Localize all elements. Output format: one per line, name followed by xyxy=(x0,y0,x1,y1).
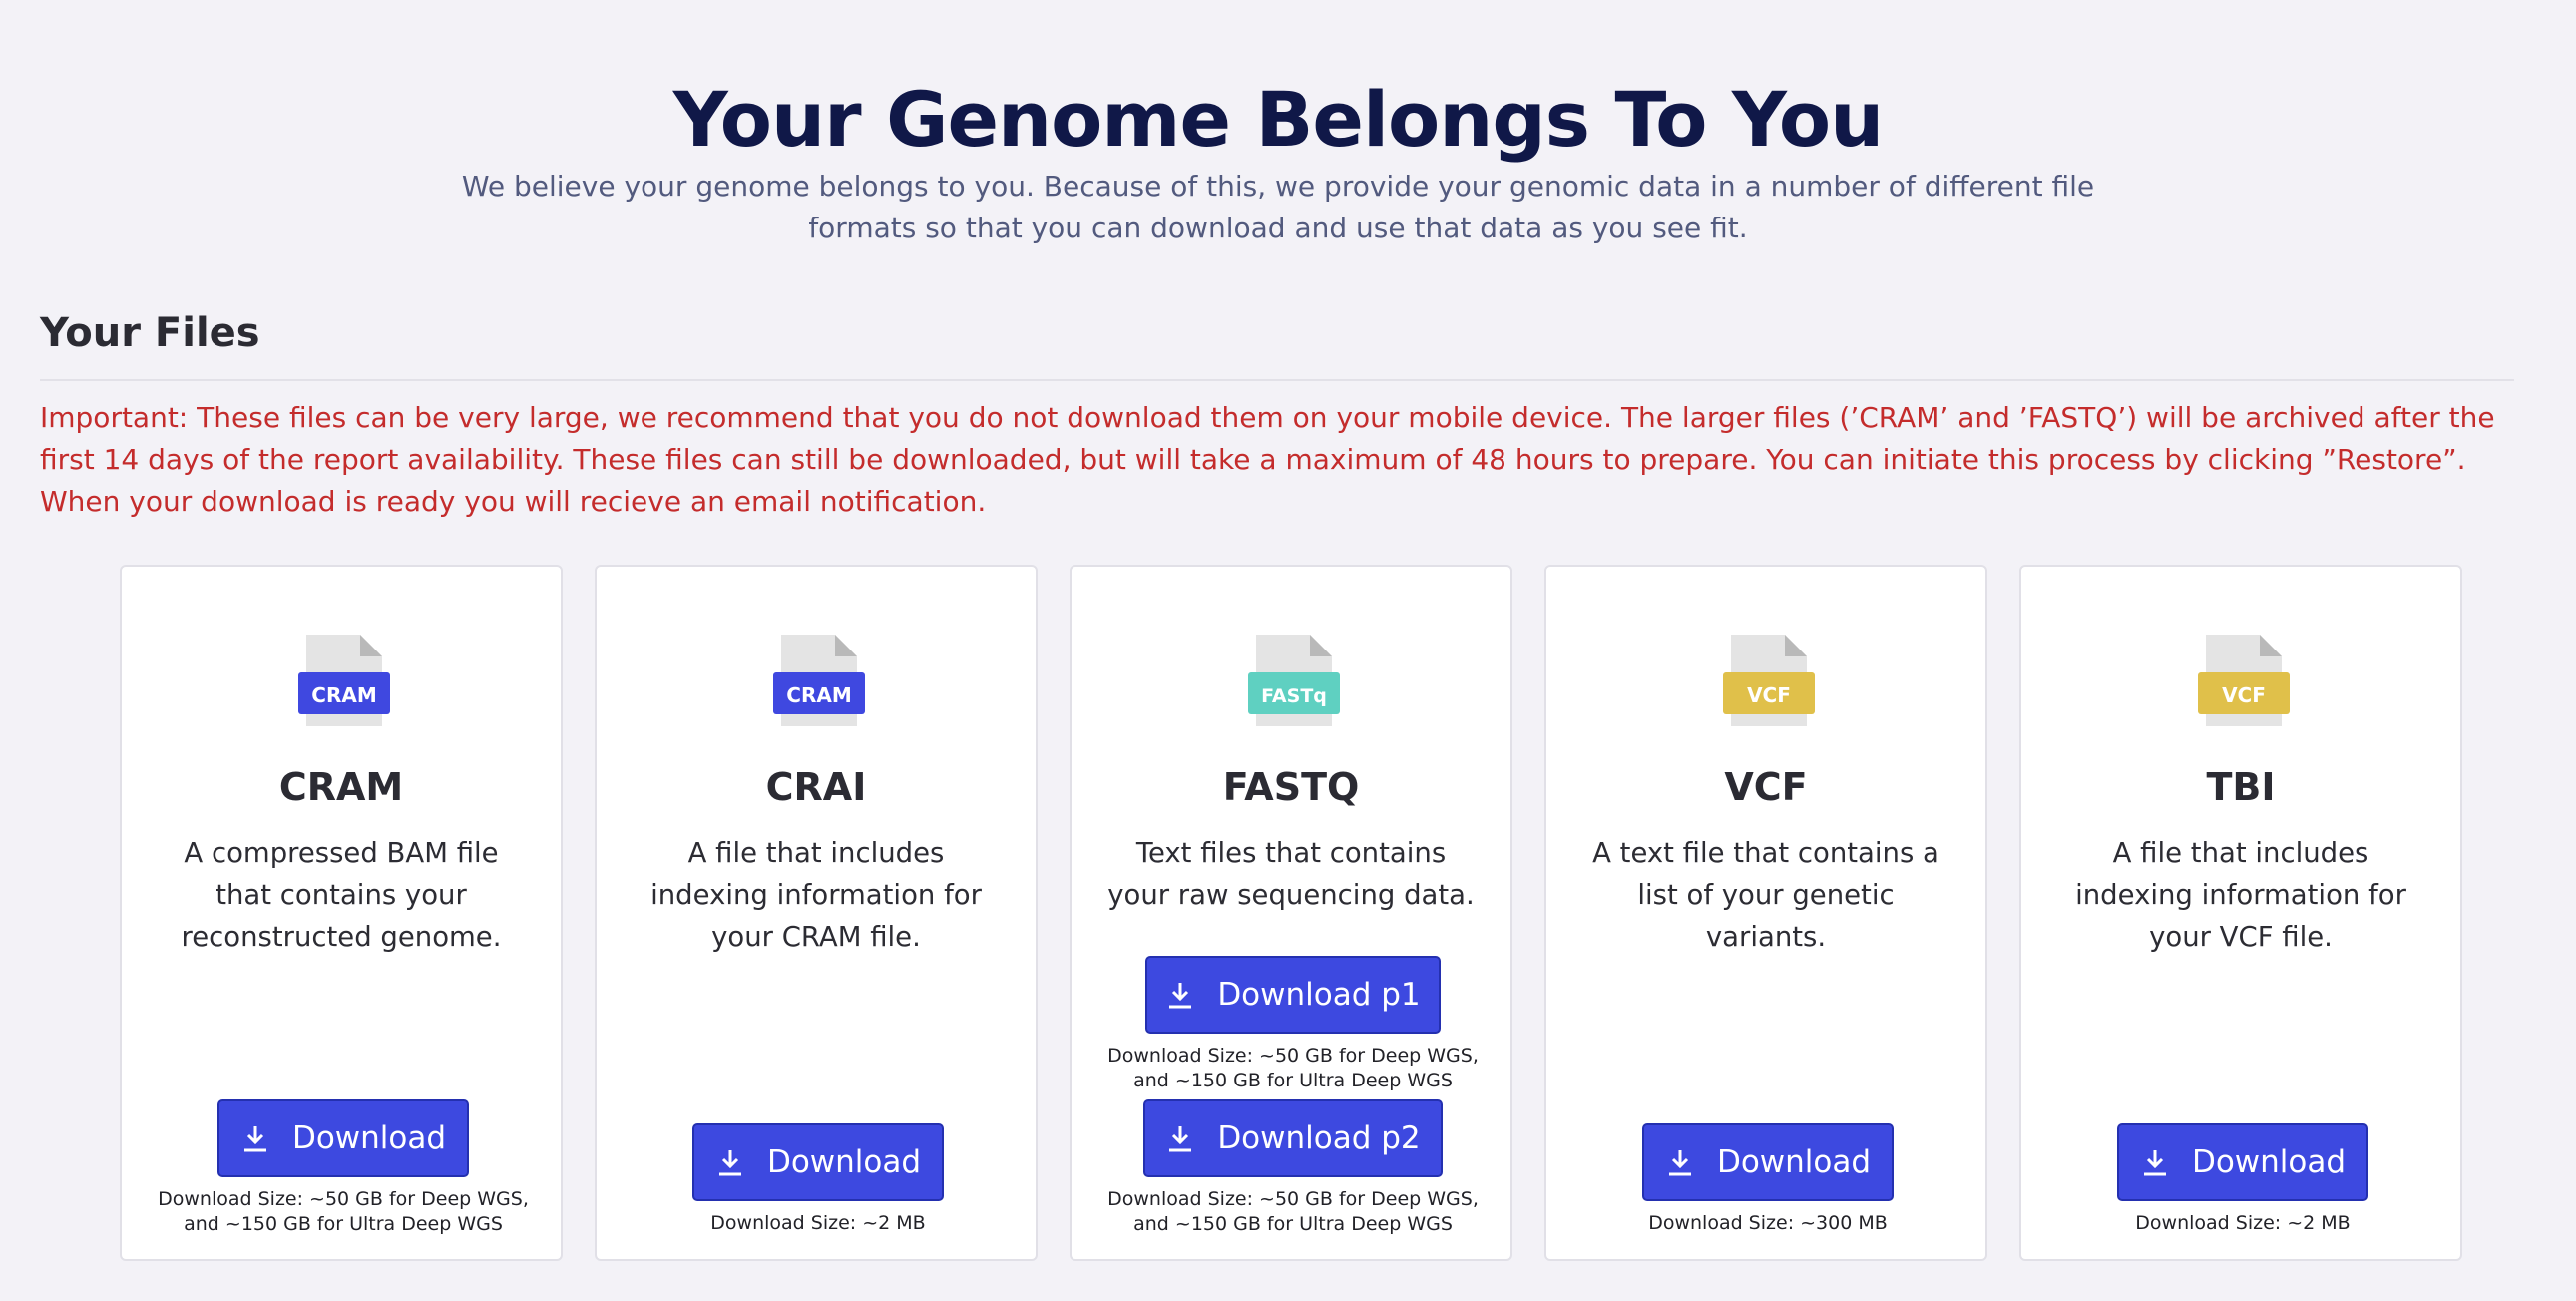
download-icon xyxy=(718,1150,741,1176)
file-card-fastq: FASTq FASTQ Text files that contains you… xyxy=(1070,565,1512,1261)
card-title: CRAM xyxy=(278,765,404,809)
card-title: VCF xyxy=(1724,765,1808,809)
file-badge: VCF xyxy=(2222,683,2266,707)
download-icon xyxy=(2143,1150,2166,1176)
file-badge: FASTq xyxy=(1261,685,1327,707)
download-size: Download Size: ~50 GB for Deep WGS, and … xyxy=(1107,1045,1479,1091)
file-card-crai: CRAM CRAI A file that includes indexing … xyxy=(595,565,1038,1261)
vcf-file-icon: VCF xyxy=(1723,635,1815,726)
download-p2-button[interactable]: Download p2 xyxy=(1143,1099,1443,1177)
download-button[interactable]: Download xyxy=(1642,1123,1894,1201)
download-size: Download Size: ~50 GB for Deep WGS, and … xyxy=(1107,1188,1479,1235)
download-button-label: Download xyxy=(2191,1144,2347,1180)
download-button-label: Download xyxy=(1716,1144,1872,1180)
vcf-file-icon: VCF xyxy=(2198,635,2290,726)
download-button-label: Download p2 xyxy=(1217,1120,1421,1156)
download-size: Download Size: ~2 MB xyxy=(2135,1212,2351,1234)
fastq-file-icon: FASTq xyxy=(1248,635,1340,726)
download-button-label: Download xyxy=(766,1144,922,1180)
cram-file-icon: CRAM xyxy=(773,635,865,726)
card-title: FASTQ xyxy=(1222,765,1360,809)
card-title: TBI xyxy=(2206,765,2276,809)
download-button-label: Download xyxy=(291,1120,447,1156)
notice-label: Important: xyxy=(40,401,189,434)
download-size: Download Size: ~2 MB xyxy=(710,1212,926,1234)
page-title: Your Genome Belongs To You xyxy=(672,75,1885,164)
file-card-tbi: VCF TBI A file that includes indexing in… xyxy=(2019,565,2462,1261)
download-size: Download Size: ~50 GB for Deep WGS, and … xyxy=(158,1188,529,1235)
important-notice: Important: These files can be very large… xyxy=(40,397,2514,523)
notice-text: These files can be very large, we recomm… xyxy=(40,401,2495,518)
download-icon xyxy=(1668,1150,1691,1176)
download-icon xyxy=(1169,1126,1192,1152)
section-divider xyxy=(40,379,2514,381)
cram-file-icon: CRAM xyxy=(298,635,390,726)
card-description: A text file that contains a list of your… xyxy=(1592,837,1939,953)
file-card-cram: CRAM CRAM A compressed BAM file that con… xyxy=(120,565,563,1261)
card-description: A compressed BAM file that contains your… xyxy=(181,837,502,953)
file-card-vcf: VCF VCF A text file that contains a list… xyxy=(1544,565,1987,1261)
section-title: Your Files xyxy=(40,310,260,356)
file-badge: CRAM xyxy=(786,683,851,707)
page-subtitle: We believe your genome belongs to you. B… xyxy=(461,170,2095,244)
file-badge: VCF xyxy=(1747,683,1791,707)
card-description: A file that includes indexing informatio… xyxy=(2075,837,2406,953)
download-size: Download Size: ~300 MB xyxy=(1648,1212,1888,1234)
download-button-label: Download p1 xyxy=(1217,977,1421,1013)
card-description: Text files that contains your raw sequen… xyxy=(1107,837,1475,911)
download-icon xyxy=(243,1126,266,1152)
download-icon xyxy=(1169,983,1192,1009)
file-badge: CRAM xyxy=(311,683,376,707)
download-p1-button[interactable]: Download p1 xyxy=(1145,956,1441,1034)
download-button[interactable]: Download xyxy=(217,1099,469,1177)
card-description: A file that includes indexing informatio… xyxy=(650,837,982,953)
download-button[interactable]: Download xyxy=(2117,1123,2368,1201)
download-button[interactable]: Download xyxy=(692,1123,944,1201)
card-title: CRAI xyxy=(765,765,867,809)
